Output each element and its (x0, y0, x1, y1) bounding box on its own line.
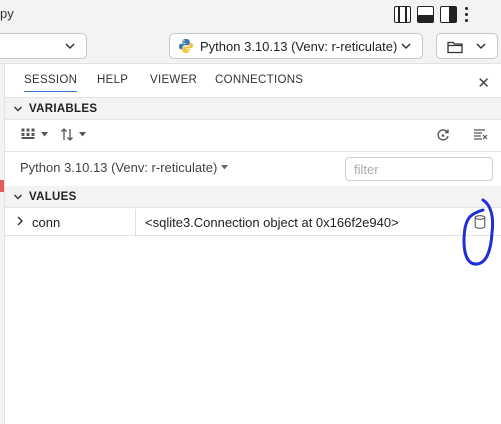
interpreter-selector[interactable]: Python 3.10.13 (Venv: r-reticulate) (169, 33, 423, 59)
left-dropdown[interactable] (0, 33, 87, 59)
chevron-down-icon (401, 43, 411, 50)
layout-sidebar-right-icon[interactable] (440, 6, 457, 23)
folder-button[interactable] (436, 33, 498, 59)
side-panel: SESSION HELP VIEWER CONNECTIONS ✕ VARIAB… (4, 64, 501, 424)
python-logo-icon (179, 39, 193, 53)
tab-help[interactable]: HELP (97, 74, 128, 86)
variables-toolbar (5, 120, 501, 152)
chevron-right-icon[interactable] (15, 215, 25, 227)
annotation-circle (462, 198, 495, 266)
title-bar: py (0, 0, 501, 30)
close-icon[interactable]: ✕ (477, 74, 490, 92)
more-icon[interactable] (463, 6, 469, 23)
environment-row: Python 3.10.13 (Venv: r-reticulate) (5, 152, 501, 184)
folder-icon (447, 41, 463, 54)
grid-icon (21, 128, 35, 139)
layout-panel-icon[interactable] (417, 6, 434, 23)
panel-tabs: SESSION HELP VIEWER CONNECTIONS ✕ (5, 64, 501, 98)
tab-connections[interactable]: CONNECTIONS (215, 74, 303, 86)
environment-label: Python 3.10.13 (Venv: r-reticulate) (20, 160, 218, 175)
chevron-down-icon (476, 43, 486, 50)
interpreter-label: Python 3.10.13 (Venv: r-reticulate) (200, 38, 398, 54)
values-header-label: VALUES (29, 190, 77, 203)
sort-icon (61, 128, 73, 141)
column-divider[interactable] (135, 209, 136, 236)
chevron-down-icon (65, 43, 75, 50)
tab-viewer[interactable]: VIEWER (150, 74, 197, 86)
grouping-menu-button[interactable] (21, 128, 48, 140)
variables-header-label: VARIABLES (29, 102, 98, 115)
chevron-down-icon (11, 192, 25, 202)
layout-controls (394, 6, 469, 23)
clear-all-button[interactable] (473, 128, 488, 141)
table-row[interactable]: conn <sqlite3.Connection object at 0x166… (5, 209, 501, 236)
caret-down-icon (79, 132, 86, 137)
refresh-button[interactable] (436, 128, 450, 142)
tab-session[interactable]: SESSION (24, 74, 78, 92)
clear-all-icon (474, 129, 488, 140)
top-toolbar: Python 3.10.13 (Venv: r-reticulate) (0, 30, 501, 64)
layout-sidebar-icon[interactable] (394, 6, 411, 23)
values-header[interactable]: VALUES (5, 186, 501, 208)
refresh-icon (437, 129, 449, 141)
window-title: py (0, 6, 14, 21)
variable-name: conn (32, 215, 61, 230)
variable-value: <sqlite3.Connection object at 0x166f2e94… (145, 215, 399, 230)
sort-menu-button[interactable] (60, 128, 86, 141)
chevron-down-icon (11, 104, 25, 114)
caret-down-icon (41, 131, 48, 136)
variables-header[interactable]: VARIABLES (5, 98, 501, 120)
caret-down-icon (221, 165, 229, 170)
environment-selector[interactable]: Python 3.10.13 (Venv: r-reticulate) (20, 160, 229, 175)
filter-input[interactable] (345, 157, 493, 181)
